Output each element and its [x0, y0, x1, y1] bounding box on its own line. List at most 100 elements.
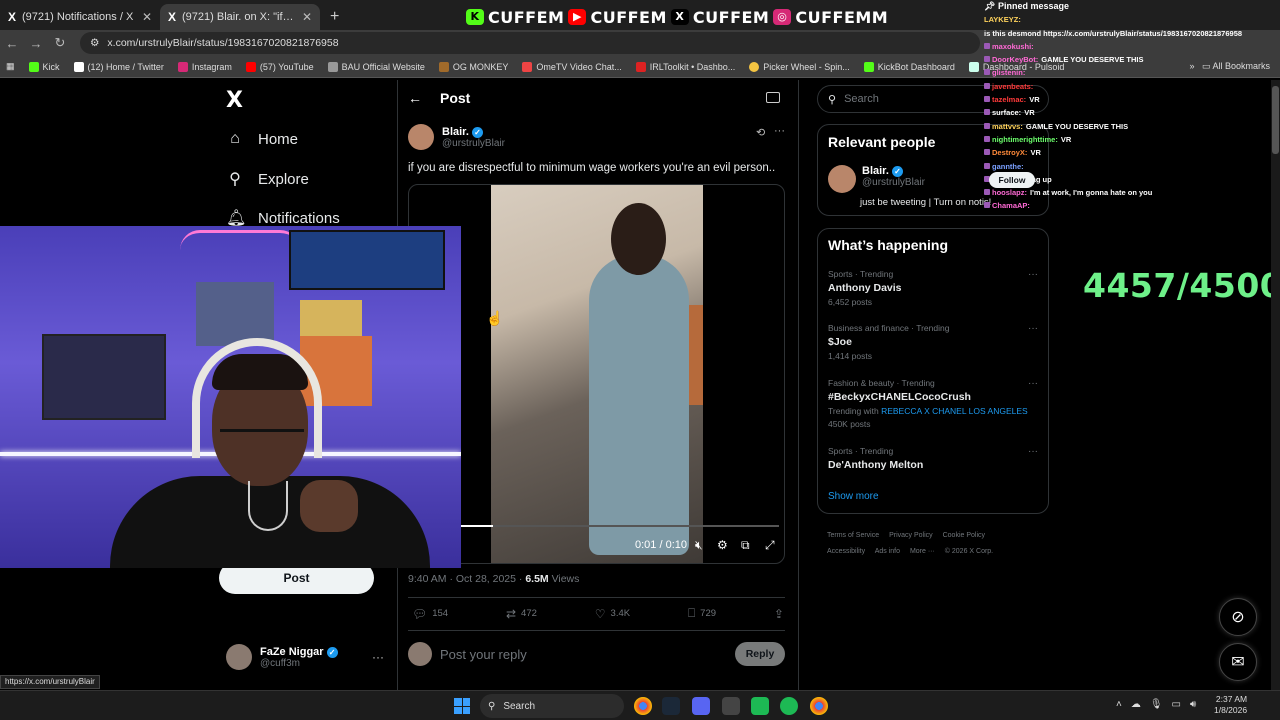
spotify-icon[interactable]	[780, 697, 798, 715]
reply-button[interactable]: Reply	[735, 642, 785, 666]
scrollbar-thumb[interactable]	[1272, 86, 1279, 154]
reader-mode-icon[interactable]	[766, 92, 780, 103]
bookmark-twitter[interactable]: (12) Home / Twitter	[73, 61, 164, 72]
close-icon[interactable]: ✕	[142, 10, 152, 24]
footer-link[interactable]: Privacy Policy	[889, 532, 933, 539]
fullscreen-icon[interactable]: ⤢	[765, 538, 775, 553]
messages-button[interactable]: ✉	[1219, 643, 1257, 681]
bookmark-kick[interactable]: Kick	[28, 61, 60, 72]
address-bar[interactable]: ⚙ x.com/urstrulyBlair/status/19831670208…	[80, 32, 980, 54]
chat-username: javenbeats:	[992, 81, 1034, 91]
new-tab-button[interactable]: +	[320, 4, 349, 30]
mic-icon[interactable]: 🎙︎	[1150, 699, 1163, 710]
bookmark-ometv[interactable]: OmeTV Video Chat...	[522, 61, 622, 72]
x-logo-icon: X	[8, 10, 17, 24]
chat-text: GAMLE YOU DESERVE THIS	[1041, 55, 1144, 65]
discord-icon[interactable]	[692, 697, 710, 715]
follow-button[interactable]: Follow	[989, 172, 1035, 188]
avatar[interactable]	[408, 124, 434, 150]
like-action[interactable]: ♡ 3.4K	[595, 606, 630, 621]
chevron-up-icon[interactable]: ˄	[1116, 699, 1122, 710]
footer-link[interactable]: Cookie Policy	[943, 532, 985, 539]
app-icon[interactable]	[722, 697, 740, 715]
author-handle[interactable]: @urstrulyBlair	[442, 138, 505, 149]
nav-home[interactable]: ⌂ Home	[226, 130, 298, 148]
chrome-icon[interactable]	[810, 697, 828, 715]
video-progress-bar[interactable]	[461, 525, 779, 527]
whats-happening-title: What’s happening	[828, 237, 949, 253]
steam-icon[interactable]	[662, 697, 680, 715]
reply-input[interactable]	[440, 646, 727, 662]
nav-notifications[interactable]: 🔔︎ Notifications	[226, 208, 340, 228]
address-text: x.com/urstrulyBlair/status/1983167020821…	[107, 37, 339, 49]
bookmark-kickbot[interactable]: KickBot Dashboard	[863, 61, 955, 72]
video-player[interactable]: 0:01 / 0:10 🔇︎ ⚙ ⧉ ⤢	[408, 184, 785, 564]
video-frame[interactable]	[491, 185, 703, 563]
post-author[interactable]: Blair. ✓ @urstrulyBlair	[408, 124, 505, 150]
bookmark-og-monkey[interactable]: OG MONKEY	[438, 61, 509, 72]
bookmark-instagram[interactable]: Instagram	[177, 61, 232, 72]
more-icon[interactable]: ···	[1028, 446, 1038, 457]
mute-icon[interactable]: 🔇︎	[695, 538, 703, 553]
tab-blair-post[interactable]: X (9721) Blair. on X: "if you are disres…	[160, 4, 320, 30]
bookmark-irltoolkit[interactable]: IRLToolkit • Dashbo...	[635, 61, 735, 72]
bookmark-label: OG MONKEY	[452, 61, 509, 72]
footer-link[interactable]: Terms of Service	[827, 532, 879, 539]
more-icon[interactable]: ···	[1028, 269, 1038, 280]
grok-button[interactable]: ⊘	[1219, 598, 1257, 636]
account-switcher[interactable]: FaZe Niggar ✓ @cuff3m	[226, 644, 386, 670]
footer-link[interactable]: Ads info	[875, 548, 900, 555]
divider	[408, 630, 785, 631]
footer-link[interactable]: More ···	[910, 548, 935, 555]
relevant-person-name[interactable]: Blair. ✓	[862, 165, 925, 177]
pip-icon[interactable]: ⧉	[741, 538, 750, 553]
more-icon[interactable]: ···	[1028, 323, 1038, 334]
show-more-link[interactable]: Show more	[828, 491, 879, 502]
trend-item[interactable]: Business and finance · Trending $Joe 1,4…	[828, 323, 1038, 361]
grok-icon[interactable]: ⟲	[756, 126, 765, 139]
forward-icon[interactable]: →	[24, 36, 48, 51]
tab-notifications[interactable]: X (9721) Notifications / X ✕	[0, 4, 160, 30]
avatar[interactable]	[828, 165, 856, 193]
reply-action[interactable]: 💬︎ 154	[412, 606, 448, 621]
apps-icon[interactable]: ▦	[6, 61, 15, 72]
relevant-person[interactable]: Blair. ✓ @urstrulyBlair	[828, 165, 925, 193]
banner-segment: CUFFEMM	[795, 7, 889, 27]
more-icon[interactable]: ···	[774, 125, 785, 137]
site-info-icon[interactable]: ⚙	[90, 37, 99, 49]
bookmark-picker-wheel[interactable]: Picker Wheel - Spin...	[749, 61, 850, 72]
reload-icon[interactable]: ↻	[48, 35, 72, 51]
trend-link[interactable]: REBECCA X CHANEL LOS ANGELES	[881, 406, 1028, 416]
trend-item[interactable]: Sports · Trending De'Anthony Melton ···	[828, 446, 1038, 471]
repost-action[interactable]: ⇄ 472	[506, 606, 537, 621]
nav-explore[interactable]: ⚲ Explore	[226, 169, 309, 189]
chat-username: DestroyX:	[992, 148, 1028, 158]
author-name[interactable]: Blair. ✓	[442, 126, 505, 138]
back-icon[interactable]: ←	[0, 36, 24, 51]
chrome-icon[interactable]	[634, 697, 652, 715]
relevant-person-handle[interactable]: @urstrulyBlair	[862, 177, 925, 188]
chat-badge-icon	[984, 189, 990, 196]
volume-icon[interactable]: 🔊︎	[1190, 699, 1196, 710]
bookmark-bau[interactable]: BAU Official Website	[327, 61, 425, 72]
wall-art	[196, 282, 274, 346]
footer-link[interactable]: Accessibility	[827, 548, 865, 555]
network-icon[interactable]: ▭	[1172, 699, 1181, 710]
close-icon[interactable]: ✕	[302, 10, 312, 24]
cloud-icon[interactable]: ☁	[1131, 699, 1141, 710]
more-icon[interactable]: ···	[372, 650, 384, 664]
bookmark-youtube[interactable]: (57) YouTube	[245, 61, 314, 72]
x-logo[interactable]: X	[226, 88, 243, 113]
trend-item[interactable]: Fashion & beauty · Trending #BeckyxCHANE…	[828, 378, 1038, 429]
scrollbar-track[interactable]	[1271, 80, 1280, 690]
taskbar-search[interactable]: ⚲ Search	[480, 694, 624, 718]
more-icon[interactable]: ···	[1028, 378, 1038, 389]
clock[interactable]: 2:37 AM 1/8/2026	[1214, 694, 1247, 716]
settings-gear-icon[interactable]: ⚙	[717, 538, 728, 552]
app-icon[interactable]	[751, 697, 769, 715]
share-action[interactable]: ⇪	[774, 606, 784, 621]
windows-start-icon[interactable]	[454, 698, 470, 714]
bookmark-action[interactable]: ⎕ 729	[688, 606, 716, 621]
back-arrow-icon[interactable]: ←	[408, 90, 422, 106]
trend-item[interactable]: Sports · Trending Anthony Davis 6,452 po…	[828, 269, 1038, 307]
